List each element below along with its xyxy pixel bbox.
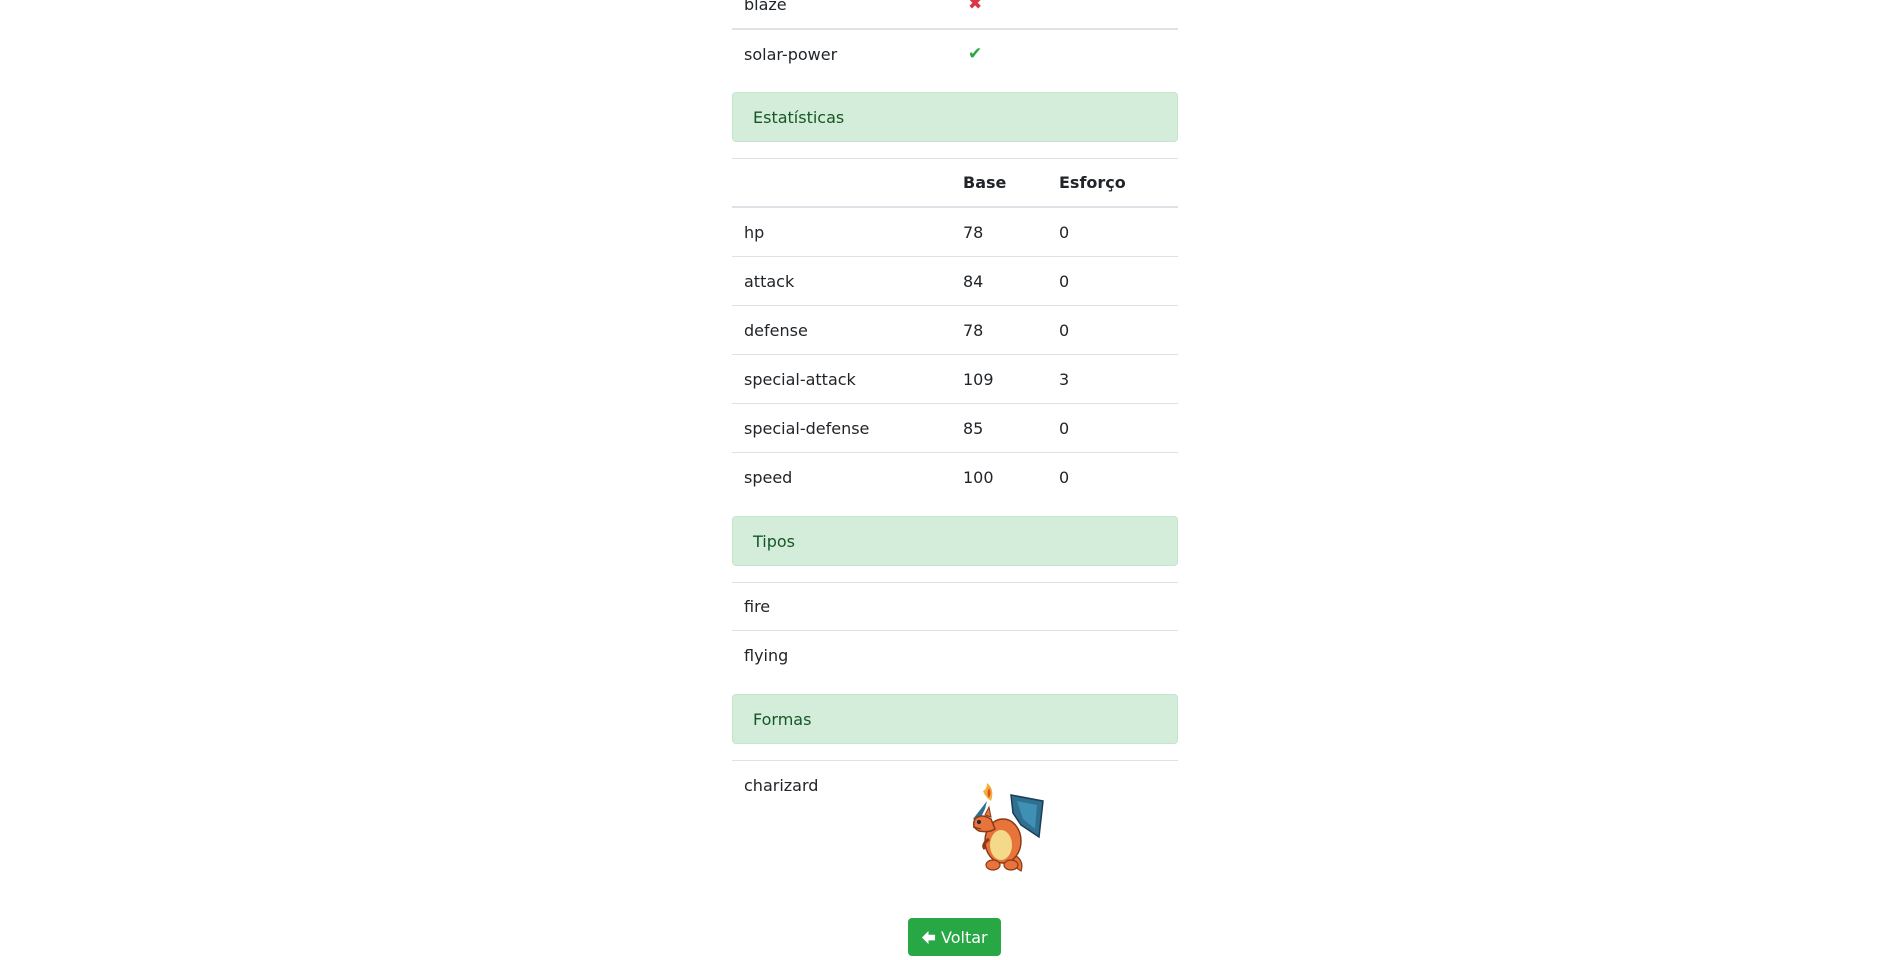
ability-row: solar-power ✔ [732,29,1178,78]
stat-base: 85 [963,418,984,438]
charizard-sprite [951,761,1047,880]
stat-name: defense [744,320,808,340]
stat-base: 78 [963,320,984,340]
stat-name: speed [744,468,793,487]
stat-name: special-defense [744,418,870,438]
stats-header-effort: Esforço [1059,173,1126,192]
stat-row: speed 100 0 [732,453,1178,502]
stat-effort: 0 [1059,320,1070,340]
type-name: fire [744,597,771,616]
stat-base: 109 [963,369,994,389]
stat-row: attack 84 0 [732,257,1178,306]
stat-row: defense 78 0 [732,306,1178,355]
ability-name: solar-power [744,44,838,64]
stat-name: hp [744,222,765,242]
stat-name: attack [744,271,795,291]
stat-base: 78 [963,222,984,242]
stat-effort: 0 [1059,271,1070,291]
stat-row: hp 78 0 [732,208,1178,257]
stat-effort: 3 [1059,369,1070,389]
stat-effort: 0 [1059,222,1070,242]
stats-section-title: Estatísticas [753,107,845,127]
stat-row: special-defense 85 0 [732,404,1178,453]
cross-icon: ✖ [968,0,983,14]
stat-effort: 0 [1059,418,1070,438]
ability-name: blaze [744,0,787,14]
types-section-header: Tipos [732,516,1178,566]
forms-section-title: Formas [753,709,812,729]
stat-name: special-attack [744,369,856,389]
back-button-wrapper: Voltar [908,918,1001,956]
arrow-left-icon [921,930,936,944]
check-icon: ✔ [968,44,983,64]
stat-base: 84 [963,271,984,291]
stat-row: special-attack 109 3 [732,355,1178,404]
stats-section-header: Estatísticas [732,92,1178,142]
stat-effort: 0 [1059,468,1070,487]
type-row: flying [732,631,1178,680]
back-button-label: Voltar [941,927,988,947]
stats-table-header: Base Esforço [732,158,1178,208]
type-name: flying [744,646,789,665]
type-row: fire [732,582,1178,631]
back-button[interactable]: Voltar [908,918,1001,956]
form-name: charizard [744,776,819,795]
stats-header-base: Base [963,173,1007,192]
pokemon-details: blaze ✖ solar-power ✔ Estatísticas Base … [732,0,1178,880]
types-section-title: Tipos [753,531,796,551]
forms-section-header: Formas [732,694,1178,744]
ability-row: blaze ✖ [732,0,1178,29]
stat-base: 100 [963,468,994,487]
form-row: charizard [732,760,1178,880]
